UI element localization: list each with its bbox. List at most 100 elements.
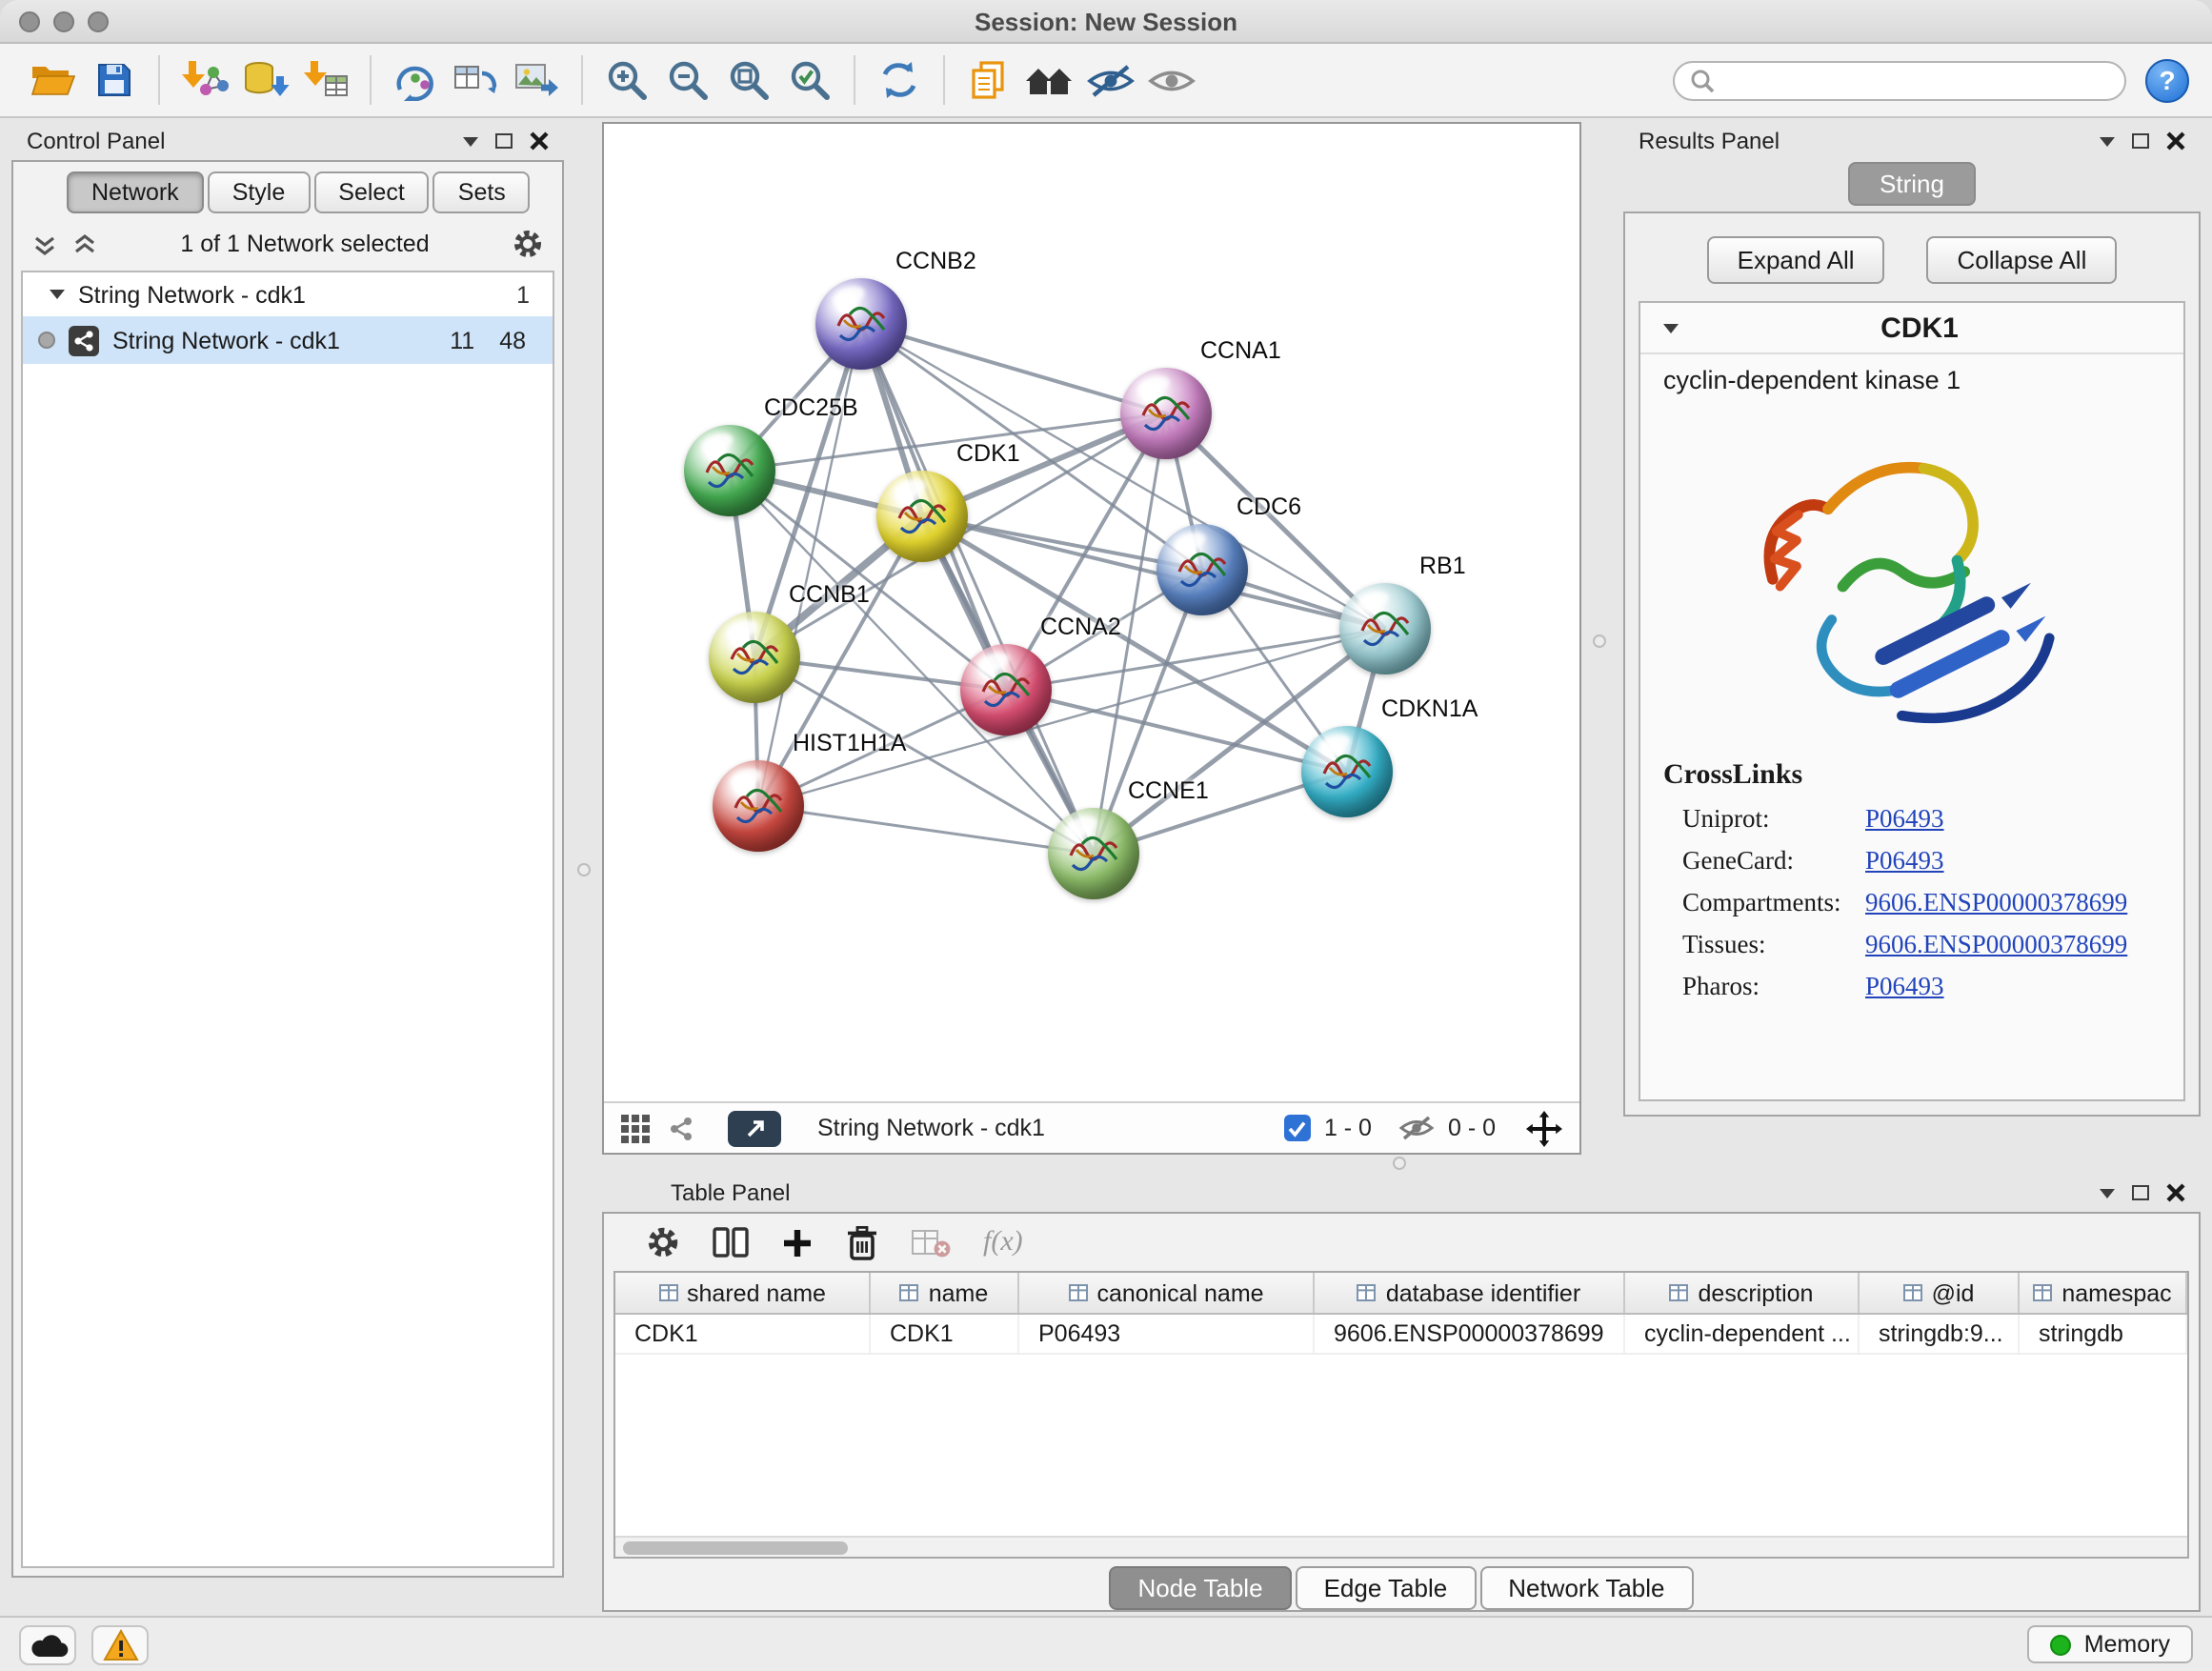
tab-edge-table[interactable]: Edge Table [1296, 1565, 1477, 1609]
columns-icon[interactable] [713, 1225, 749, 1259]
network-edge[interactable] [861, 324, 1166, 413]
hidden-eye-slash-icon[interactable] [1398, 1115, 1435, 1141]
gear-icon[interactable] [646, 1225, 680, 1259]
network-node-CCNA2[interactable] [960, 644, 1052, 735]
tab-node-table[interactable]: Node Table [1109, 1565, 1291, 1609]
tab-string[interactable]: String [1847, 162, 1977, 206]
network-edge[interactable] [758, 806, 1094, 854]
float-panel-icon[interactable] [2132, 133, 2149, 149]
network-collection-row[interactable]: String Network - cdk1 1 [23, 272, 553, 316]
toolbar-separator [158, 55, 160, 105]
column-header-namespace[interactable]: namespac [2020, 1273, 2187, 1313]
open-in-new-window-button[interactable] [728, 1110, 781, 1146]
crosslink-link[interactable]: P06493 [1865, 798, 1944, 840]
collapse-panel-icon[interactable] [2100, 1188, 2115, 1198]
crosslink-link[interactable]: P06493 [1865, 840, 1944, 882]
node-detail-header[interactable]: CDK1 [1640, 303, 2183, 354]
network-node-CCNB1[interactable] [709, 612, 800, 703]
network-node-CCNA1[interactable] [1120, 368, 1212, 459]
import-table-from-file-button[interactable] [295, 51, 356, 109]
expand-all-button[interactable]: Expand All [1707, 236, 1885, 284]
network-node-CDK1[interactable] [876, 471, 968, 562]
close-panel-icon[interactable] [2166, 131, 2185, 151]
tab-style[interactable]: Style [208, 171, 311, 213]
selected-checkbox-icon[interactable] [1284, 1115, 1311, 1141]
column-header-shared-name[interactable]: shared name [615, 1273, 871, 1313]
crosslink-link[interactable]: 9606.ENSP00000378699 [1865, 882, 2127, 924]
zoom-out-button[interactable] [657, 51, 718, 109]
network-edge[interactable] [758, 629, 1385, 806]
horizontal-splitter-handle[interactable] [1393, 1157, 1406, 1170]
column-header-id[interactable]: @id [1860, 1273, 2020, 1313]
crosshair-pan-icon[interactable] [1526, 1110, 1562, 1146]
add-column-icon[interactable] [781, 1226, 814, 1258]
search-input[interactable] [1724, 67, 2109, 93]
show-hidden-button[interactable] [1141, 51, 1202, 109]
tab-network-table[interactable]: Network Table [1479, 1565, 1693, 1609]
collapse-panel-icon[interactable] [463, 136, 478, 146]
network-edge[interactable] [861, 324, 1094, 854]
network-node-CDC6[interactable] [1156, 524, 1248, 615]
memory-button[interactable]: Memory [2027, 1625, 2193, 1663]
show-all-button[interactable] [1019, 51, 1080, 109]
share-view-icon[interactable] [667, 1114, 695, 1142]
network-node-CCNB2[interactable] [815, 278, 907, 370]
delete-table-icon[interactable] [911, 1226, 951, 1258]
open-session-button[interactable] [23, 51, 84, 109]
zoom-in-button[interactable] [596, 51, 657, 109]
network-row-selected[interactable]: String Network - cdk1 11 48 [23, 316, 553, 364]
gear-icon[interactable] [513, 229, 543, 259]
export-image-button[interactable] [507, 51, 568, 109]
disclosure-triangle-icon[interactable] [1663, 323, 1679, 332]
scrollbar-thumb[interactable] [623, 1541, 848, 1555]
expand-all-icon[interactable] [72, 232, 97, 256]
refresh-view-button[interactable] [869, 51, 930, 109]
network-node-CCNE1[interactable] [1048, 808, 1139, 899]
crosslink-link[interactable]: P06493 [1865, 966, 1944, 1008]
hide-selected-button[interactable] [1080, 51, 1141, 109]
network-node-RB1[interactable] [1339, 583, 1431, 674]
column-header-name[interactable]: name [871, 1273, 1019, 1313]
collapse-panel-icon[interactable] [2100, 136, 2115, 146]
help-button[interactable]: ? [2145, 58, 2189, 102]
column-icon [658, 1284, 677, 1301]
float-panel-icon[interactable] [495, 133, 513, 149]
warnings-button[interactable] [91, 1624, 149, 1664]
column-icon [2033, 1284, 2052, 1301]
column-header-description[interactable]: description [1625, 1273, 1860, 1313]
close-window-button[interactable] [19, 11, 40, 32]
new-network-from-selection-button[interactable] [385, 51, 446, 109]
disclosure-triangle-icon[interactable] [50, 290, 65, 299]
table-row[interactable]: CDK1 CDK1 P06493 9606.ENSP00000378699 cy… [615, 1315, 2187, 1355]
zoom-window-button[interactable] [88, 11, 109, 32]
vertical-splitter-handle[interactable] [1593, 634, 1606, 648]
minimize-window-button[interactable] [53, 11, 74, 32]
tab-network[interactable]: Network [67, 171, 204, 213]
cloud-status-button[interactable] [19, 1624, 76, 1664]
network-node-CDC25B[interactable] [684, 425, 775, 516]
import-network-from-file-button[interactable] [173, 51, 234, 109]
crosslink-link[interactable]: 9606.ENSP00000378699 [1865, 924, 2127, 966]
zoom-selected-button[interactable] [779, 51, 840, 109]
save-session-button[interactable] [84, 51, 145, 109]
collapse-all-button[interactable]: Collapse All [1927, 236, 2118, 284]
tab-select[interactable]: Select [313, 171, 430, 213]
network-node-CDKN1A[interactable] [1301, 726, 1393, 817]
vertical-splitter-handle[interactable] [577, 863, 591, 876]
function-builder-button[interactable]: f(x) [983, 1226, 1023, 1258]
network-node-HIST1H1A[interactable] [713, 760, 804, 852]
close-panel-icon[interactable] [2166, 1183, 2185, 1202]
copy-document-button[interactable] [958, 51, 1019, 109]
column-header-database-identifier[interactable]: database identifier [1315, 1273, 1625, 1313]
zoom-fit-button[interactable] [718, 51, 779, 109]
collapse-all-icon[interactable] [32, 232, 57, 256]
clone-network-button[interactable] [446, 51, 507, 109]
float-panel-icon[interactable] [2132, 1185, 2149, 1200]
close-panel-icon[interactable] [530, 131, 549, 151]
network-canvas[interactable]: CCNB2CCNA1CDC25BCDK1CDC6RB1CCNB1CCNA2CDK… [604, 124, 1579, 1101]
grid-view-icon[interactable] [621, 1114, 650, 1142]
tab-sets[interactable]: Sets [433, 171, 531, 213]
column-header-canonical-name[interactable]: canonical name [1019, 1273, 1315, 1313]
delete-column-icon[interactable] [846, 1224, 878, 1260]
import-network-from-database-button[interactable] [234, 51, 295, 109]
